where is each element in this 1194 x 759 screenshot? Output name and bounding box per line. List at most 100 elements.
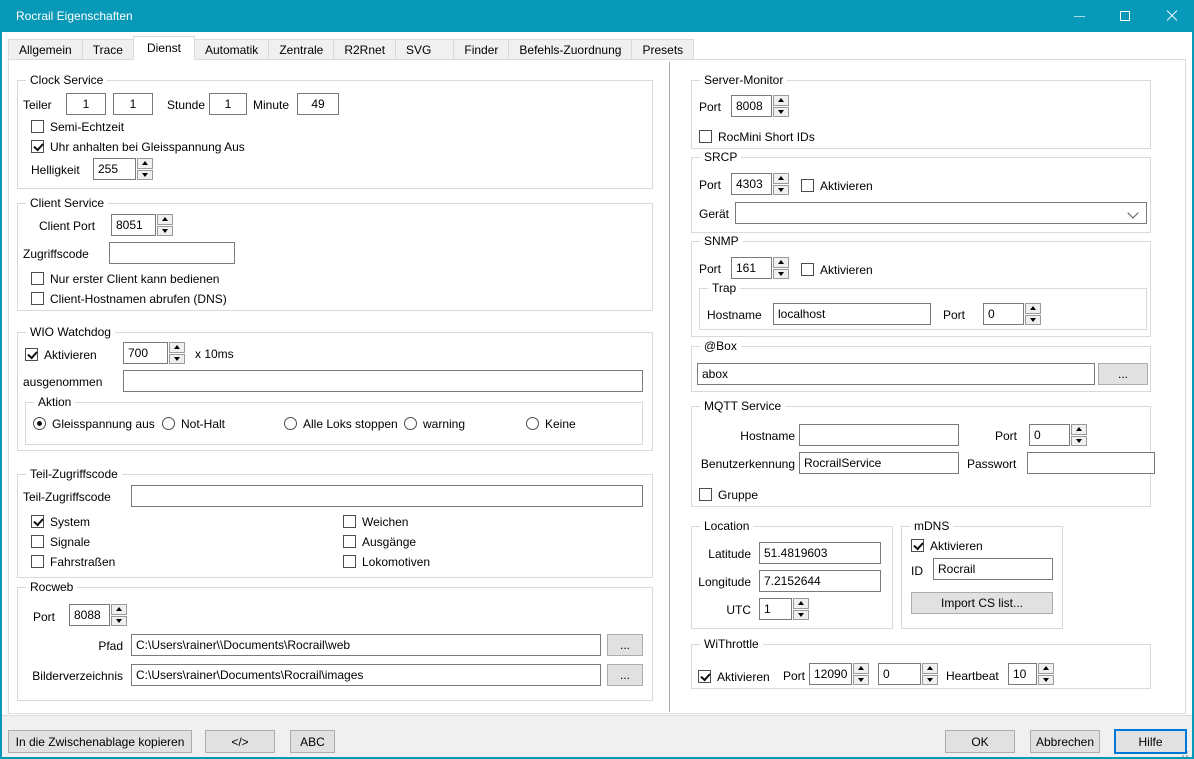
snmp-port-spinner[interactable]: [731, 257, 789, 279]
spin-up-icon[interactable]: [1038, 663, 1054, 674]
close-button[interactable]: [1148, 0, 1194, 32]
spin-down-icon[interactable]: [773, 269, 789, 280]
spin-down-icon[interactable]: [853, 675, 869, 686]
signale-checkbox[interactable]: Signale: [31, 534, 90, 549]
spin-up-icon[interactable]: [137, 158, 153, 169]
copy-to-clipboard-button[interactable]: In die Zwischenablage kopieren: [8, 730, 192, 753]
withrottle-port-input[interactable]: [809, 663, 852, 685]
import-cs-list-button[interactable]: Import CS list...: [911, 592, 1053, 614]
wio-timeout-input[interactable]: [123, 342, 168, 364]
minute-field[interactable]: [297, 93, 339, 115]
spin-up-icon[interactable]: [773, 173, 789, 184]
bilderverzeichnis-field[interactable]: [131, 664, 601, 686]
tab-presets[interactable]: Presets: [631, 39, 694, 60]
snmp-aktivieren-checkbox[interactable]: Aktivieren: [801, 262, 873, 277]
mdns-id-field[interactable]: [933, 558, 1053, 580]
ausgaenge-checkbox[interactable]: Ausgänge: [343, 534, 416, 549]
wio-timeout-spinner[interactable]: [123, 342, 185, 364]
spin-down-icon[interactable]: [773, 107, 789, 118]
server-monitor-port-input[interactable]: [731, 95, 772, 117]
abox-field[interactable]: [697, 363, 1095, 385]
trap-port-spinner[interactable]: [983, 303, 1041, 325]
tab-svg[interactable]: SVG: [395, 39, 454, 60]
abox-browse-button[interactable]: ...: [1098, 363, 1148, 385]
xml-code-button[interactable]: </>: [205, 730, 275, 753]
spin-up-icon[interactable]: [773, 95, 789, 106]
spin-down-icon[interactable]: [169, 354, 185, 365]
client-port-input[interactable]: [111, 214, 156, 236]
trap-hostname-field[interactable]: [773, 303, 931, 325]
spin-up-icon[interactable]: [1071, 424, 1087, 435]
uhr-anhalten-checkbox[interactable]: Uhr anhalten bei Gleisspannung Aus: [31, 139, 245, 154]
tab-trace[interactable]: Trace: [82, 39, 134, 60]
teiler1-field[interactable]: [66, 93, 106, 115]
server-monitor-port-spinner[interactable]: [731, 95, 789, 117]
client-hostnamen-dns-checkbox[interactable]: Client-Hostnamen abrufen (DNS): [31, 291, 227, 306]
benutzerkennung-field[interactable]: [799, 452, 959, 474]
rocmini-short-ids-checkbox[interactable]: RocMini Short IDs: [699, 129, 815, 144]
radio-gleisspannung-aus[interactable]: Gleisspannung aus: [33, 416, 155, 431]
tab-automatik[interactable]: Automatik: [194, 39, 269, 60]
withrottle-port2-spinner[interactable]: [878, 663, 938, 685]
withrottle-port-spinner[interactable]: [809, 663, 869, 685]
spin-down-icon[interactable]: [1025, 315, 1041, 326]
tab-dienst[interactable]: Dienst: [133, 36, 195, 60]
spin-down-icon[interactable]: [793, 610, 809, 621]
tab-finder[interactable]: Finder: [453, 39, 509, 60]
rocweb-port-input[interactable]: [69, 604, 110, 626]
spin-up-icon[interactable]: [773, 257, 789, 268]
minimize-button[interactable]: [1056, 0, 1102, 32]
mqtt-port-spinner[interactable]: [1029, 424, 1087, 446]
lokomotiven-checkbox[interactable]: Lokomotiven: [343, 554, 430, 569]
client-port-spinner[interactable]: [111, 214, 173, 236]
teiler2-field[interactable]: [113, 93, 153, 115]
titlebar[interactable]: Rocrail Eigenschaften: [0, 0, 1194, 32]
abc-button[interactable]: ABC: [290, 730, 335, 753]
tab-r2rnet[interactable]: R2Rnet: [333, 39, 396, 60]
geraet-dropdown[interactable]: [735, 202, 1147, 224]
spin-up-icon[interactable]: [157, 214, 173, 225]
trap-port-input[interactable]: [983, 303, 1024, 325]
pfad-browse-button[interactable]: ...: [607, 634, 643, 656]
spin-up-icon[interactable]: [111, 604, 127, 615]
fahrstrassen-checkbox[interactable]: Fahrstraßen: [31, 554, 115, 569]
spin-down-icon[interactable]: [1038, 675, 1054, 686]
mqtt-hostname-field[interactable]: [799, 424, 959, 446]
srcp-aktivieren-checkbox[interactable]: Aktivieren: [801, 178, 873, 193]
semi-echtzeit-checkbox[interactable]: Semi-Echtzeit: [31, 119, 124, 134]
nur-erster-client-checkbox[interactable]: Nur erster Client kann bedienen: [31, 271, 219, 286]
gruppe-checkbox[interactable]: Gruppe: [699, 487, 758, 502]
helligkeit-input[interactable]: [93, 158, 136, 180]
radio-keine[interactable]: Keine: [526, 416, 576, 431]
zugriffscode-field[interactable]: [109, 242, 235, 264]
rocweb-port-spinner[interactable]: [69, 604, 127, 626]
utc-input[interactable]: [759, 598, 792, 620]
longitude-field[interactable]: [759, 570, 881, 592]
ausgenommen-field[interactable]: [123, 370, 643, 392]
tab-zentrale[interactable]: Zentrale: [268, 39, 334, 60]
maximize-button[interactable]: [1102, 0, 1148, 32]
teil-zugriffscode-field[interactable]: [131, 485, 643, 507]
helligkeit-spinner[interactable]: [93, 158, 153, 180]
spin-up-icon[interactable]: [169, 342, 185, 353]
spin-down-icon[interactable]: [111, 616, 127, 627]
wio-aktivieren-checkbox[interactable]: Aktivieren: [25, 347, 97, 362]
stunde-field[interactable]: [209, 93, 247, 115]
help-button[interactable]: Hilfe: [1114, 729, 1187, 754]
spin-down-icon[interactable]: [773, 185, 789, 196]
ok-button[interactable]: OK: [945, 730, 1015, 753]
tab-allgemein[interactable]: Allgemein: [8, 39, 83, 60]
system-checkbox[interactable]: System: [31, 514, 90, 529]
heartbeat-spinner[interactable]: [1008, 663, 1054, 685]
weichen-checkbox[interactable]: Weichen: [343, 514, 408, 529]
tab-befehls-zuordnung[interactable]: Befehls-Zuordnung: [508, 39, 632, 60]
latitude-field[interactable]: [759, 542, 881, 564]
bilderverzeichnis-browse-button[interactable]: ...: [607, 664, 643, 686]
snmp-port-input[interactable]: [731, 257, 772, 279]
spin-down-icon[interactable]: [157, 226, 173, 237]
spin-up-icon[interactable]: [922, 663, 938, 674]
spin-down-icon[interactable]: [1071, 436, 1087, 447]
utc-spinner[interactable]: [759, 598, 809, 620]
radio-alle-loks-stoppen[interactable]: Alle Loks stoppen: [284, 416, 398, 431]
radio-warning[interactable]: warning: [404, 416, 465, 431]
